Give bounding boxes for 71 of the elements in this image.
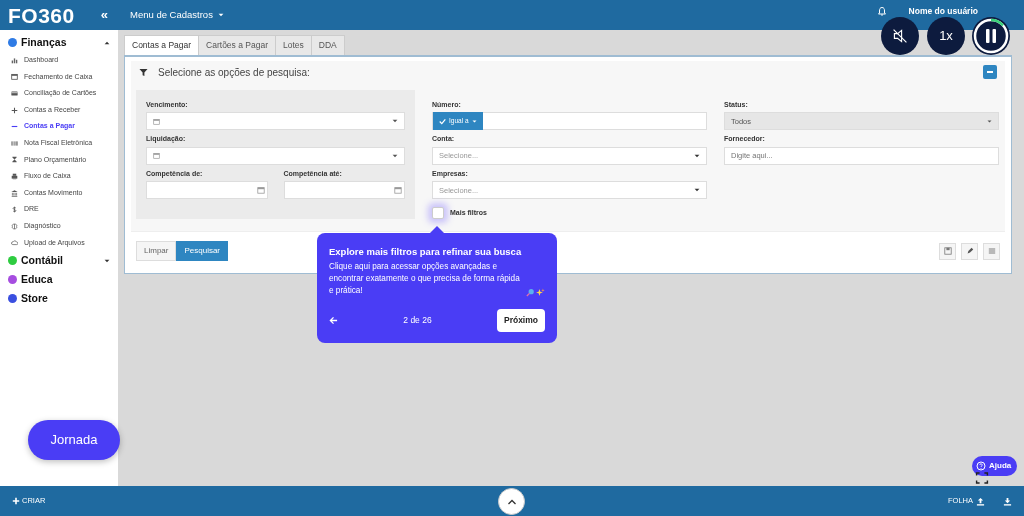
journey-button[interactable]: Jornada [28, 420, 120, 460]
filter-icon [139, 67, 148, 77]
collapse-button[interactable] [983, 65, 997, 80]
plus-icon [11, 106, 18, 114]
pause-icon [972, 17, 1010, 55]
mute-button[interactable] [881, 17, 919, 55]
tab[interactable]: Contas a Pagar [124, 35, 200, 55]
date-field[interactable] [146, 181, 268, 200]
menu-icon [987, 247, 996, 256]
panel-title: Selecione as opções de pesquisa: [158, 65, 311, 80]
speaker-muted-icon [892, 28, 908, 44]
help-button[interactable]: Ajuda [972, 456, 1018, 476]
sparkles-icon [536, 287, 545, 297]
save-icon [943, 247, 952, 256]
calendar-icon [153, 152, 160, 160]
calendar-icon [256, 186, 265, 195]
sidebar-section[interactable]: Educa [21, 271, 110, 288]
chart-icon [11, 56, 18, 64]
caret-icon [694, 187, 700, 194]
collapse-button[interactable]: « [100, 5, 108, 25]
date-field[interactable] [146, 146, 405, 165]
caret-icon [217, 12, 224, 18]
clear-button[interactable]: Limpar [136, 241, 177, 262]
card-icon [11, 90, 18, 97]
step-counter: 2 de 26 [403, 313, 432, 327]
hourglass-icon [11, 156, 18, 164]
sidebar-section[interactable]: Store [21, 290, 110, 307]
plus-icon [12, 497, 20, 505]
next-button[interactable]: Próximo [496, 308, 545, 332]
magnifier-icon [525, 287, 535, 297]
sidebar-section[interactable]: Finanças [21, 34, 100, 51]
pencil-icon [965, 247, 974, 256]
back-button[interactable] [329, 315, 338, 325]
tab[interactable]: Cartões a Pagar [198, 35, 276, 55]
help-icon [976, 461, 986, 471]
upload-icon [976, 496, 985, 506]
pause-button[interactable] [972, 17, 1010, 55]
edit-button[interactable] [961, 242, 978, 260]
calendar-icon [394, 186, 402, 195]
bank-icon [11, 189, 18, 197]
calendar-icon [153, 117, 160, 125]
caret-icon [392, 118, 398, 125]
bell-icon [876, 6, 887, 16]
minus-icon [987, 71, 993, 74]
menu-dropdown[interactable]: Menu de Cadastros [130, 7, 224, 23]
download-icon[interactable] [1003, 496, 1012, 506]
caret-icon [471, 118, 477, 124]
sidebar-section[interactable]: Contábil [21, 252, 100, 269]
printer-icon [11, 172, 18, 180]
check-icon [439, 117, 446, 125]
calendar-icon [11, 73, 18, 81]
caret-icon [392, 152, 398, 159]
speed-button[interactable]: 1x [927, 17, 965, 55]
fullscreen-icon[interactable] [974, 472, 990, 484]
date-field[interactable] [146, 112, 405, 131]
caret-icon [694, 152, 700, 159]
save-button[interactable] [939, 242, 956, 260]
search-button[interactable]: Pesquisar [176, 241, 229, 262]
checkbox[interactable] [432, 207, 444, 220]
arrow-left-icon [329, 315, 338, 325]
cloud-icon [11, 239, 18, 247]
caret-icon [987, 118, 992, 124]
date-field[interactable] [283, 181, 405, 200]
tab[interactable]: DDA [310, 35, 345, 55]
dollar-icon [11, 206, 18, 214]
tour-title: Explore mais filtros para refinar sua busca [329, 245, 523, 259]
barcode-icon [11, 139, 18, 147]
tour-text: Clique aqui para acessar opções avançadas e encontrar exatamente o que precisa de forma rápida e prática! [329, 261, 521, 297]
tab[interactable]: Lotes [275, 35, 312, 55]
logo: FO360 [8, 4, 75, 26]
user-name[interactable]: Nome do usuário [908, 4, 978, 18]
